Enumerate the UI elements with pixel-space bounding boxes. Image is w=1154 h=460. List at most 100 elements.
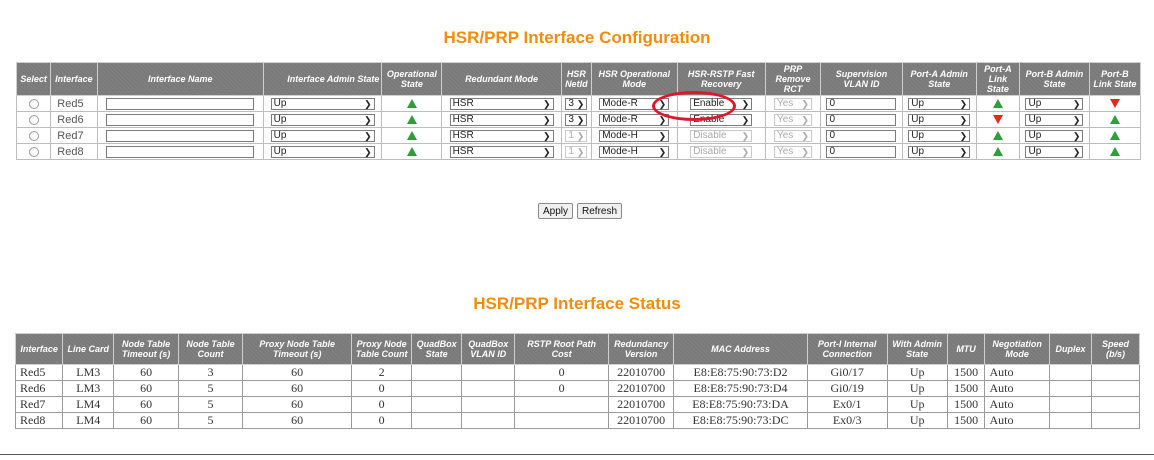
portb-admin-select[interactable]: Up ❯ xyxy=(1025,97,1084,110)
config-row: Red5 Up ❯ HSR ❯ 3 ❯ Mode-R ❯ Enable ❯ Yes ❯ 0 … xyxy=(15,95,1142,112)
chevron-down-icon: ❯ xyxy=(543,146,551,157)
col-interface: Interface xyxy=(14,333,64,365)
chevron-down-icon: ❯ xyxy=(959,114,968,125)
vlan-id-input[interactable]: 0 xyxy=(826,145,897,158)
chevron-down-icon: ❯ xyxy=(364,114,372,125)
porta-admin-select[interactable]: Up ❯ xyxy=(908,113,971,126)
cell-speed xyxy=(1091,364,1140,381)
prp-rct-select[interactable]: Yes ❯ xyxy=(773,113,812,126)
porta-admin-value: Up xyxy=(911,129,925,141)
hsr-rstp-select[interactable]: Enable ❯ xyxy=(690,97,753,110)
admin-state-select[interactable]: Up ❯ xyxy=(270,97,375,110)
hsr-op-mode-value: Mode-R xyxy=(602,97,638,109)
cell-rstp-cost: 0 xyxy=(514,364,609,381)
green-up-triangle-icon xyxy=(406,147,417,157)
cell-interface: Red5 xyxy=(14,364,64,381)
interface-name-input[interactable] xyxy=(106,129,255,142)
prp-rct-select[interactable]: Yes ❯ xyxy=(773,97,812,110)
chevron-down-icon: ❯ xyxy=(1072,146,1081,157)
col-porta-link: Port-A Link State xyxy=(975,62,1021,96)
prp-rct-select[interactable]: Yes ❯ xyxy=(773,145,812,158)
chevron-down-icon: ❯ xyxy=(801,114,809,125)
select-radio[interactable] xyxy=(28,130,39,141)
netid-select[interactable]: 1 ❯ xyxy=(565,145,588,158)
hsr-rstp-select[interactable]: Disable ❯ xyxy=(690,129,753,142)
cell-pn-count: 0 xyxy=(351,396,413,413)
refresh-button[interactable]: Refresh xyxy=(577,203,623,219)
redundant-mode-select[interactable]: HSR ❯ xyxy=(449,129,554,142)
hsr-op-mode-select[interactable]: Mode-H ❯ xyxy=(599,145,670,158)
netid-select[interactable]: 1 ❯ xyxy=(565,129,588,142)
col-hsr-op-mode: HSR Operational Mode xyxy=(590,62,678,96)
cell-interface: Red8 xyxy=(14,412,64,429)
portb-admin-select[interactable]: Up ❯ xyxy=(1025,129,1084,142)
interface-name-input[interactable] xyxy=(106,97,255,110)
portb-admin-select[interactable]: Up ❯ xyxy=(1025,145,1084,158)
green-up-triangle-icon xyxy=(1109,115,1120,125)
hsr-rstp-value: Enable xyxy=(693,97,725,109)
vlan-id-input[interactable]: 0 xyxy=(826,97,897,110)
col-proxy-node-count: Proxy Node Table Count xyxy=(351,333,413,365)
hsr-op-mode-select[interactable]: Mode-R ❯ xyxy=(599,97,670,110)
chevron-down-icon: ❯ xyxy=(543,130,551,141)
interface-name-input[interactable] xyxy=(106,145,255,158)
apply-button[interactable]: Apply xyxy=(538,203,574,219)
chevron-down-icon: ❯ xyxy=(658,146,667,157)
green-up-triangle-icon xyxy=(406,115,417,125)
portb-admin-select[interactable]: Up ❯ xyxy=(1025,113,1084,126)
col-portb-admin: Port-B Admin State xyxy=(1019,62,1090,96)
prp-rct-value: Yes xyxy=(776,129,794,141)
cell-line-card: LM3 xyxy=(62,364,115,381)
hsr-rstp-select[interactable]: Enable ❯ xyxy=(690,113,753,126)
status-row: Red8 LM4 60 5 60 0 22010700 E8:E8:75:90:… xyxy=(14,412,1140,429)
hsr-rstp-select[interactable]: Disable ❯ xyxy=(690,145,753,158)
porta-admin-select[interactable]: Up ❯ xyxy=(908,145,971,158)
cell-duplex xyxy=(1048,380,1093,397)
prp-rct-select[interactable]: Yes ❯ xyxy=(773,129,812,142)
hsr-op-mode-select[interactable]: Mode-R ❯ xyxy=(599,113,670,126)
porta-admin-select[interactable]: Up ❯ xyxy=(908,97,971,110)
select-radio[interactable] xyxy=(28,146,39,157)
cell-negotiation: Auto xyxy=(984,380,1050,397)
cell-nt-timeout: 60 xyxy=(113,380,179,397)
cell-pn-count: 2 xyxy=(351,364,413,381)
cell-qb-state xyxy=(411,396,463,413)
col-hsr-rstp: HSR-RSTP Fast Recovery xyxy=(676,62,766,96)
hsr-op-mode-value: Mode-H xyxy=(602,145,638,157)
redundant-mode-select[interactable]: HSR ❯ xyxy=(449,97,554,110)
hsr-op-mode-select[interactable]: Mode-H ❯ xyxy=(599,129,670,142)
interface-name-input[interactable] xyxy=(106,113,255,126)
porta-admin-select[interactable]: Up ❯ xyxy=(908,129,971,142)
admin-state-select[interactable]: Up ❯ xyxy=(270,113,375,126)
chevron-down-icon: ❯ xyxy=(741,98,750,109)
cell-with-admin: Up xyxy=(886,412,948,429)
cell-pn-timeout: 60 xyxy=(242,412,353,429)
netid-select[interactable]: 3 ❯ xyxy=(565,113,588,126)
chevron-down-icon: ❯ xyxy=(658,114,667,125)
cell-version: 22010700 xyxy=(607,380,675,397)
netid-select[interactable]: 3 ❯ xyxy=(565,97,588,110)
chevron-down-icon: ❯ xyxy=(364,146,372,157)
admin-state-value: Up xyxy=(273,129,287,141)
admin-state-select[interactable]: Up ❯ xyxy=(270,129,375,142)
chevron-down-icon: ❯ xyxy=(741,114,750,125)
cell-mtu: 1500 xyxy=(946,364,986,381)
vlan-id-input[interactable]: 0 xyxy=(826,113,897,126)
vlan-id-input[interactable]: 0 xyxy=(826,129,897,142)
chevron-down-icon: ❯ xyxy=(741,146,750,157)
col-quadbox-state: QuadBox State xyxy=(411,333,463,365)
redundant-mode-select[interactable]: HSR ❯ xyxy=(449,145,554,158)
chevron-down-icon: ❯ xyxy=(576,130,585,141)
select-radio[interactable] xyxy=(28,98,39,109)
hsr-rstp-value: Enable xyxy=(693,113,725,125)
col-name: Interface Name xyxy=(96,62,264,96)
netid-value: 1 xyxy=(568,145,574,157)
col-porta-admin: Port-A Admin State xyxy=(901,62,977,96)
col-admin-state: Interface Admin State xyxy=(262,62,383,96)
admin-state-select[interactable]: Up ❯ xyxy=(270,145,375,158)
select-radio[interactable] xyxy=(28,114,39,125)
config-row: Red8 Up ❯ HSR ❯ 1 ❯ Mode-H ❯ Disable ❯ Yes ❯ 0… xyxy=(15,143,1142,160)
redundant-mode-select[interactable]: HSR ❯ xyxy=(449,113,554,126)
col-hsr-netid: HSR NetId xyxy=(560,62,592,96)
col-proxy-node-timeout: Proxy Node Table Timeout (s) xyxy=(242,333,353,365)
